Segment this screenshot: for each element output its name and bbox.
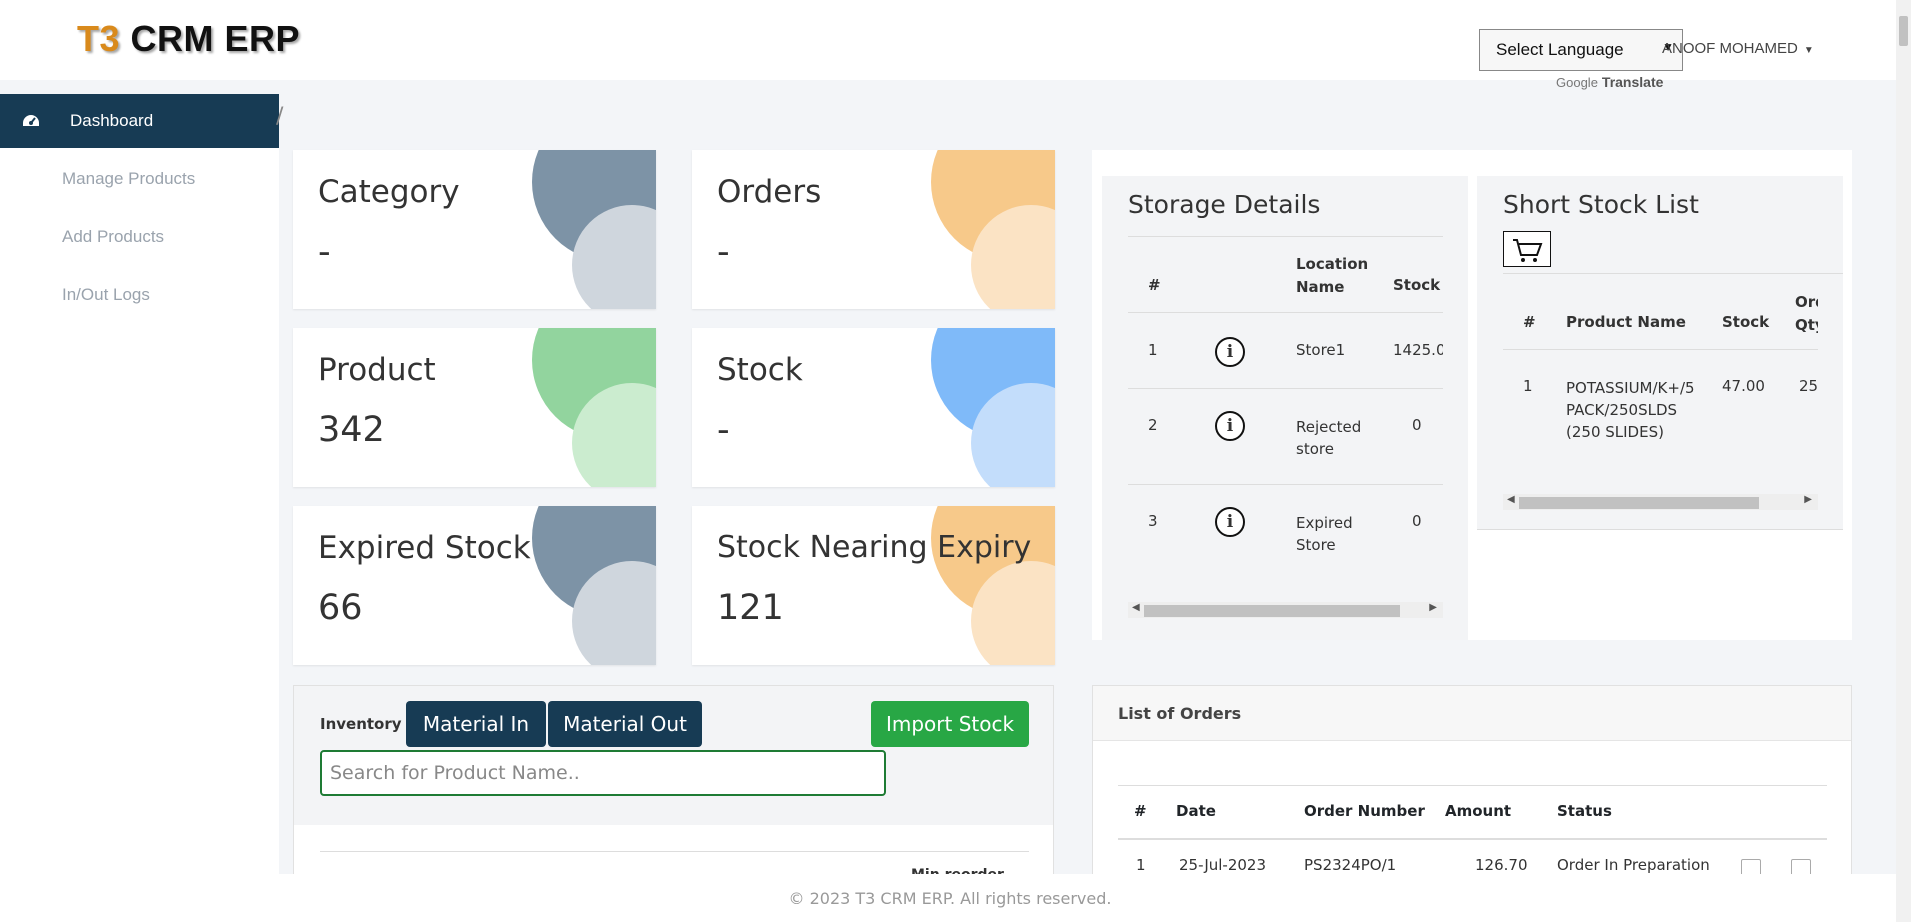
scroll-right-icon[interactable]: ▶: [1429, 602, 1437, 613]
scroll-left-icon[interactable]: ◀: [1507, 494, 1515, 505]
user-menu[interactable]: ANOOF MOHAMED ▼: [1662, 40, 1814, 57]
stat-card-expired-stock[interactable]: Expired Stock 66: [293, 506, 656, 665]
stat-card-product[interactable]: Product 342: [293, 328, 656, 487]
card-title: Stock: [717, 352, 803, 388]
info-icon[interactable]: i: [1215, 507, 1245, 537]
stat-card-category[interactable]: Category -: [293, 150, 656, 309]
product-search-input[interactable]: Search for Product Name..: [320, 750, 886, 796]
column-header: Product Name: [1566, 313, 1686, 331]
panel-title: List of Orders: [1093, 686, 1851, 741]
card-title: Expired Stock: [318, 530, 531, 566]
scrollbar-thumb[interactable]: [1899, 16, 1908, 46]
inventory-label: Inventory: [320, 715, 402, 733]
panel-title: Short Stock List: [1503, 190, 1699, 219]
horizontal-scrollbar[interactable]: ◀ ▶: [1503, 494, 1818, 510]
sidebar-item-in-out-logs[interactable]: In/Out Logs: [0, 268, 279, 322]
column-header: Amount: [1445, 802, 1512, 820]
storage-table: # Location Name Stock 1 i Store1 1425.00…: [1128, 236, 1443, 606]
breadcrumb: /: [276, 104, 284, 129]
shopping-cart-icon[interactable]: [1503, 231, 1551, 267]
column-header: #: [1523, 313, 1536, 331]
orders-panel: List of Orders # Date Order Number Amoun…: [1092, 685, 1852, 885]
scrollbar-thumb[interactable]: [1144, 605, 1400, 617]
short-stock-panel: Short Stock List # Product Name Stock Or…: [1477, 176, 1843, 530]
brand-logo[interactable]: T3 CRM ERP: [77, 18, 300, 60]
dashboard-gauge-icon: [23, 115, 39, 126]
card-value: -: [717, 232, 730, 272]
material-out-button[interactable]: Material Out: [548, 701, 702, 747]
stat-card-stock-nearing-expiry[interactable]: Stock Nearing Expiry 121: [692, 506, 1055, 665]
card-title: Category: [318, 174, 460, 210]
caret-down-icon: ▼: [1803, 45, 1814, 56]
sidebar: Dashboard Manage Products Add Products I…: [0, 94, 279, 874]
horizontal-scrollbar[interactable]: ◀ ▶: [1128, 602, 1443, 618]
card-title: Orders: [717, 174, 822, 210]
scrollbar-thumb[interactable]: [1519, 497, 1759, 509]
column-header: Order Qty: [1795, 293, 1818, 334]
info-icon[interactable]: i: [1215, 411, 1245, 441]
list-icon: [22, 288, 40, 302]
inventory-panel: Inventory Material In Material Out Impor…: [293, 685, 1054, 883]
short-stock-table: # Product Name Stock Order Qty 1 POTASSI…: [1503, 273, 1818, 493]
page-footer: © 2023 T3 CRM ERP. All rights reserved.: [0, 874, 1900, 922]
import-stock-button[interactable]: Import Stock: [871, 701, 1029, 747]
card-value: 342: [318, 410, 385, 450]
card-title: Product: [318, 352, 436, 388]
info-icon[interactable]: i: [1215, 337, 1245, 367]
card-value: -: [318, 232, 331, 272]
column-header: Order Number: [1304, 802, 1425, 820]
card-value: 121: [717, 588, 784, 628]
list-icon: [22, 172, 40, 186]
scroll-right-icon[interactable]: ▶: [1804, 494, 1812, 505]
panel-title: Storage Details: [1128, 190, 1321, 219]
card-value: 66: [318, 588, 363, 628]
column-header: Date: [1176, 802, 1216, 820]
card-title: Stock Nearing Expiry: [717, 530, 1032, 565]
page-vertical-scrollbar[interactable]: [1896, 0, 1911, 922]
sidebar-item-dashboard[interactable]: Dashboard: [0, 94, 279, 148]
column-header: #: [1148, 276, 1161, 294]
sidebar-item-manage-products[interactable]: Manage Products: [0, 152, 279, 206]
language-select[interactable]: Select Language ▼: [1479, 29, 1683, 71]
material-in-button[interactable]: Material In: [406, 701, 546, 747]
google-translate-credit[interactable]: Google Translate: [1556, 74, 1663, 90]
stat-card-stock[interactable]: Stock -: [692, 328, 1055, 487]
column-header: Stock: [1722, 313, 1770, 331]
top-header: T3 CRM ERP Select Language ▼ ANOOF MOHAM…: [0, 0, 1900, 90]
storage-details-panel: Storage Details # Location Name Stock 1 …: [1102, 176, 1468, 640]
column-header: Location Name: [1296, 255, 1369, 296]
sidebar-item-add-products[interactable]: Add Products: [0, 210, 279, 264]
column-header: Status: [1557, 802, 1612, 820]
card-value: -: [717, 410, 730, 450]
column-header: Stock: [1393, 276, 1441, 294]
stat-card-orders[interactable]: Orders -: [692, 150, 1055, 309]
list-icon: [22, 230, 40, 244]
storage-section: Storage Details # Location Name Stock 1 …: [1092, 150, 1852, 640]
column-header: #: [1134, 802, 1147, 820]
scroll-left-icon[interactable]: ◀: [1132, 602, 1140, 613]
